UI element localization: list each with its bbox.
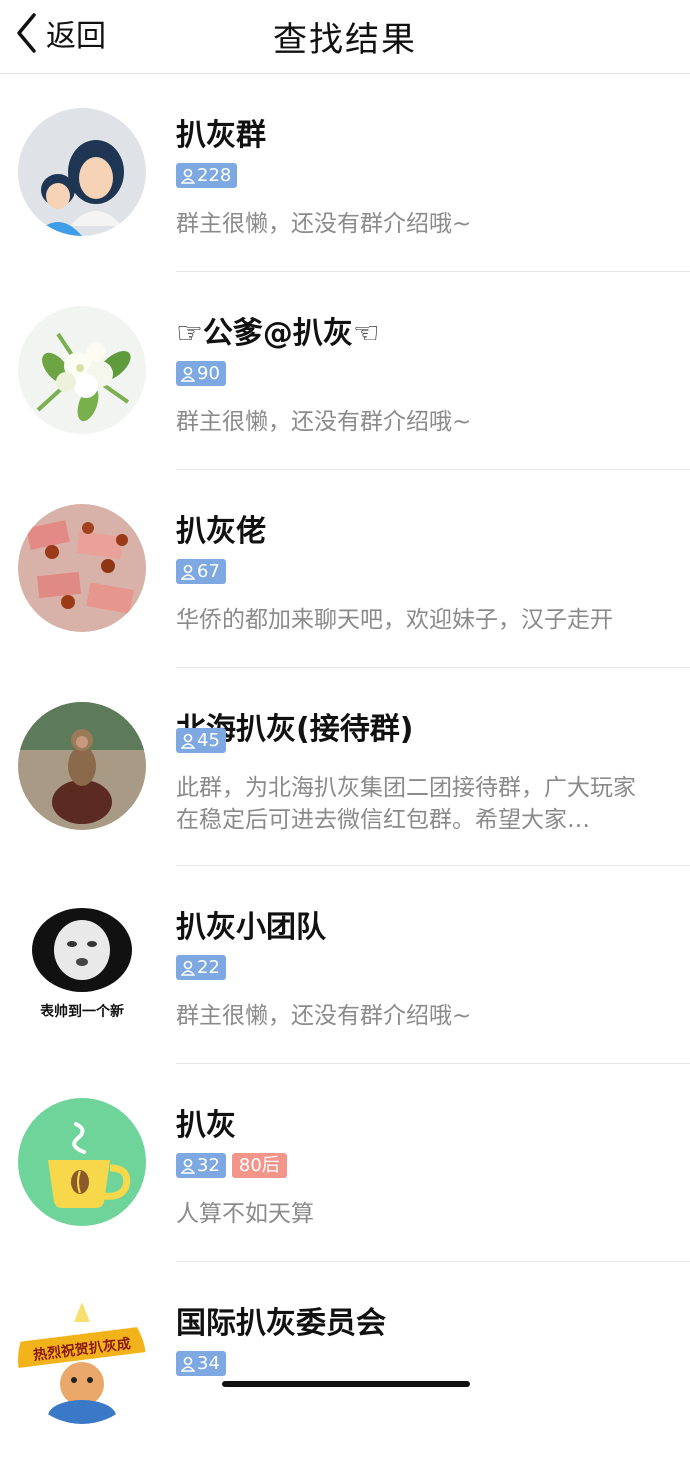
group-name: 扒灰群	[176, 118, 266, 153]
group-name: 扒灰佬	[176, 514, 266, 549]
group-description: 人算不如天算	[176, 1201, 314, 1227]
list-item[interactable]: 扒灰 32 80后 人算不如天算	[0, 1064, 690, 1262]
person-icon	[181, 564, 195, 580]
flower-bouquet-avatar	[18, 306, 146, 434]
person-icon	[181, 1356, 195, 1372]
search-results-list: 扒灰群 228 群主很懒，还没有群介绍哦~ ☞公爹@扒灰☜ 90 群主很懒，还没…	[0, 74, 690, 1460]
member-count-badge: 67	[176, 559, 226, 584]
list-item[interactable]: 北海扒灰(接待群) 45 此群，为北海扒灰集团二团接待群，广大玩家在稳定后可进去…	[0, 668, 690, 866]
group-description: 群主很懒，还没有群介绍哦~	[176, 409, 472, 435]
meme-face-avatar: 表帅到一个新	[18, 900, 146, 1028]
person-icon	[181, 1158, 195, 1174]
member-count-badge: 228	[176, 163, 238, 188]
member-count: 90	[197, 363, 220, 384]
navigation-bar: 返回 查找结果	[0, 0, 690, 74]
person-icon	[181, 366, 195, 382]
list-item[interactable]: ☞公爹@扒灰☜ 90 群主很懒，还没有群介绍哦~	[0, 272, 690, 470]
coffee-cup-avatar	[18, 1098, 146, 1226]
page-title: 查找结果	[273, 20, 417, 60]
group-name: 国际扒灰委员会	[176, 1306, 386, 1341]
member-count: 228	[197, 165, 232, 186]
list-item[interactable]: 热烈祝贺扒灰成 国际扒灰委员会 34	[0, 1262, 690, 1460]
group-name: 扒灰小团队	[176, 910, 326, 945]
person-icon	[181, 733, 195, 749]
money-and-tea-avatar	[18, 504, 146, 632]
list-item[interactable]: 表帅到一个新 扒灰小团队 22 群主很懒，还没有群介绍哦~	[0, 866, 690, 1064]
member-count: 32	[197, 1155, 220, 1176]
group-description: 群主很懒，还没有群介绍哦~	[176, 1003, 472, 1029]
member-count-badge: 22	[176, 955, 226, 980]
group-description: 此群，为北海扒灰集团二团接待群，广大玩家在稳定后可进去微信红包群。希望大家…	[176, 775, 636, 833]
group-name: ☞公爹@扒灰☜	[176, 316, 380, 351]
member-count: 67	[197, 561, 220, 582]
member-count: 22	[197, 957, 220, 978]
list-item[interactable]: 扒灰群 228 群主很懒，还没有群介绍哦~	[0, 74, 690, 272]
member-count: 34	[197, 1353, 220, 1374]
group-description: 群主很懒，还没有群介绍哦~	[176, 211, 472, 237]
person-icon	[181, 168, 195, 184]
member-count-badge: 32	[176, 1153, 226, 1178]
member-count-badge: 45	[176, 728, 226, 753]
home-indicator[interactable]	[222, 1381, 470, 1387]
member-count-badge: 90	[176, 361, 226, 386]
group-description: 华侨的都加来聊天吧，欢迎妹子，汉子走开	[176, 607, 613, 633]
group-name: 扒灰	[176, 1108, 236, 1143]
person-icon	[181, 960, 195, 976]
cartoon-banner-avatar: 热烈祝贺扒灰成	[18, 1296, 146, 1424]
monkey-avatar	[18, 702, 146, 830]
meme-caption: 表帅到一个新	[39, 1003, 124, 1020]
member-count-badge: 34	[176, 1351, 226, 1376]
member-count: 45	[197, 730, 220, 751]
list-item[interactable]: 扒灰佬 67 华侨的都加来聊天吧，欢迎妹子，汉子走开	[0, 470, 690, 668]
default-group-avatar	[18, 108, 146, 236]
age-tag-badge: 80后	[231, 1153, 287, 1178]
